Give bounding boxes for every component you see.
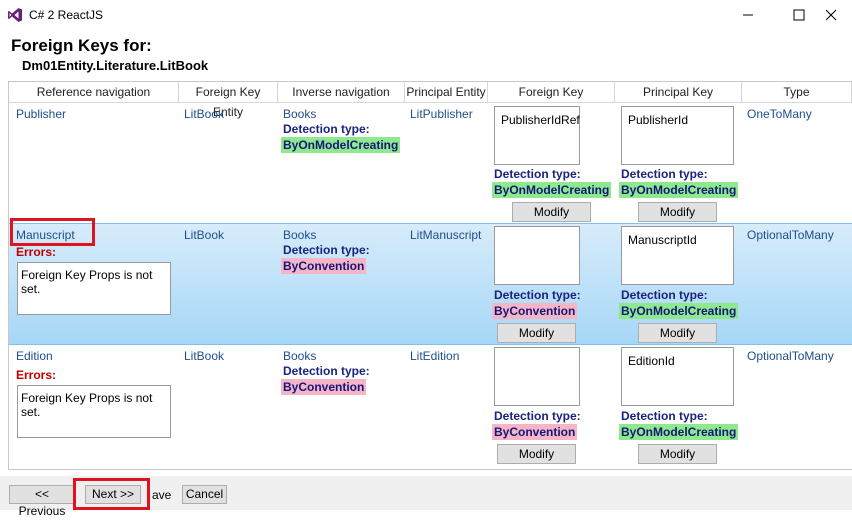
modify-principal-key-button[interactable]: Modify xyxy=(638,323,717,343)
detection-type-label: Detection type: xyxy=(621,288,708,302)
foreign-key-entity-cell: LitBook xyxy=(184,228,225,242)
detection-type-value: ByOnModelCreating xyxy=(619,424,739,440)
principal-key-props-box[interactable]: PublisherId xyxy=(621,106,734,165)
principal-key-props-box[interactable]: ManuscriptId xyxy=(621,226,734,285)
principal-key-props-box[interactable]: EditionId xyxy=(621,347,734,406)
detection-type-value: ByOnModelCreating xyxy=(619,303,739,319)
detection-type-value: ByOnModelCreating xyxy=(619,182,739,198)
detection-type-label: Detection type: xyxy=(283,122,370,136)
foreign-keys-grid[interactable]: Reference navigation Foreign Key Entity … xyxy=(8,81,852,470)
relationship-type-cell: OptionalToMany xyxy=(747,228,834,242)
detection-type-label: Detection type: xyxy=(621,167,708,181)
save-button-fragment[interactable]: ave xyxy=(152,488,171,502)
error-message-box: Foreign Key Props is not set. xyxy=(17,262,171,315)
page-heading: Foreign Keys for: xyxy=(11,36,152,55)
maximize-icon[interactable] xyxy=(784,4,814,26)
reference-navigation-cell: Publisher xyxy=(16,107,67,121)
errors-label: Errors: xyxy=(16,245,57,259)
entity-name: Dm01Entity.Literature.LitBook xyxy=(22,58,209,73)
foreign-key-entity-cell: LitBook xyxy=(184,107,225,121)
modify-principal-key-button[interactable]: Modify xyxy=(638,444,717,464)
close-icon[interactable] xyxy=(826,4,852,26)
column-header-principal-key[interactable]: Principal Key xyxy=(615,82,742,103)
column-header-foreign-key-entity[interactable]: Foreign Key Entity xyxy=(179,82,278,119)
highlight-marker xyxy=(73,478,150,510)
column-header-inverse-navigation[interactable]: Inverse navigation xyxy=(278,82,405,103)
visual-studio-icon xyxy=(8,8,22,22)
modify-foreign-key-button[interactable]: Modify xyxy=(497,323,576,343)
detection-type-value: ByOnModelCreating xyxy=(492,182,612,198)
modify-foreign-key-button[interactable]: Modify xyxy=(497,444,576,464)
detection-type-label: Detection type: xyxy=(283,243,370,257)
detection-type-value: ByConvention xyxy=(281,379,367,395)
detection-type-label: Detection type: xyxy=(283,364,370,378)
principal-entity-cell: LitManuscript xyxy=(410,228,482,242)
relationship-type-cell: OptionalToMany xyxy=(747,349,834,363)
principal-entity-cell: LitPublisher xyxy=(410,107,473,121)
principal-entity-cell: LitEdition xyxy=(410,349,460,363)
error-message-box: Foreign Key Props is not set. xyxy=(17,385,171,438)
table-row[interactable]: Publisher LitBook Books Detection type: … xyxy=(9,103,852,223)
table-row-selected[interactable]: Manuscript Errors: Foreign Key Props is … xyxy=(9,223,852,345)
detection-type-label: Detection type: xyxy=(494,167,581,181)
highlight-marker xyxy=(10,218,95,246)
detection-type-value: ByConvention xyxy=(281,258,367,274)
modify-principal-key-button[interactable]: Modify xyxy=(638,202,717,222)
window-title: C# 2 ReactJS xyxy=(29,8,104,22)
detection-type-label: Detection type: xyxy=(494,288,581,302)
relationship-type-cell: OneToMany xyxy=(747,107,812,121)
column-header-principal-entity[interactable]: Principal Entity xyxy=(405,82,488,103)
detection-type-value: ByOnModelCreating xyxy=(281,137,401,153)
reference-navigation-cell: Edition xyxy=(16,349,53,363)
foreign-key-props-box[interactable] xyxy=(494,347,580,406)
foreign-key-props-box[interactable] xyxy=(494,226,580,285)
inverse-navigation-cell: Books xyxy=(283,349,317,363)
foreign-key-props-box[interactable]: PublisherIdRef xyxy=(494,106,580,165)
column-header-foreign-key[interactable]: Foreign Key xyxy=(488,82,615,103)
minimize-icon[interactable] xyxy=(733,4,763,26)
table-row[interactable]: Edition Errors: Foreign Key Props is not… xyxy=(9,345,852,467)
detection-type-value: ByConvention xyxy=(492,303,578,319)
detection-type-label: Detection type: xyxy=(494,409,581,423)
previous-button[interactable]: << Previous xyxy=(9,485,75,518)
title-bar: C# 2 ReactJS xyxy=(0,0,852,30)
column-header-type[interactable]: Type xyxy=(742,82,852,103)
detection-type-label: Detection type: xyxy=(621,409,708,423)
column-header-reference-navigation[interactable]: Reference navigation xyxy=(9,82,179,103)
detection-type-value: ByConvention xyxy=(492,424,578,440)
inverse-navigation-cell: Books xyxy=(283,228,317,242)
cancel-button[interactable]: Cancel xyxy=(182,485,227,504)
inverse-navigation-cell: Books xyxy=(283,107,317,121)
modify-foreign-key-button[interactable]: Modify xyxy=(512,202,591,222)
errors-label: Errors: xyxy=(16,368,57,382)
foreign-key-entity-cell: LitBook xyxy=(184,349,225,363)
